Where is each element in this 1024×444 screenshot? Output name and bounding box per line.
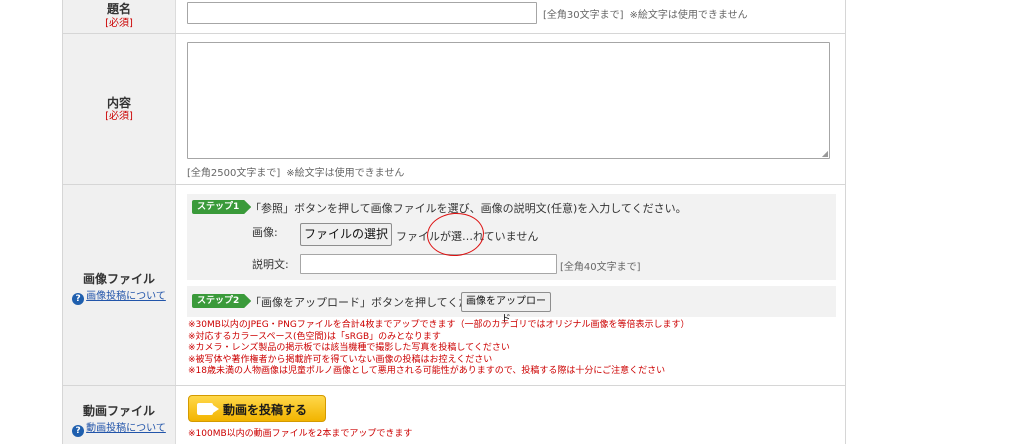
step1-text: 「参照」ボタンを押して画像ファイルを選び、画像の説明文(任意)を入力してください… [250, 202, 687, 215]
image-notes: ※30MB以内のJPEG・PNGファイルを合計4枚までアップできます（一部のカテ… [188, 320, 690, 378]
image-field-label: 画像: [252, 226, 278, 239]
post-video-label: 動画を投稿する [223, 403, 308, 417]
description-label: 説明文: [252, 258, 289, 271]
file-select-button[interactable]: ファイルの選択 [300, 223, 392, 246]
title-input[interactable] [187, 2, 537, 24]
upload-image-button[interactable]: 画像をアップロード [461, 292, 551, 325]
content-required: [必須] [105, 111, 133, 122]
image-label: 画像ファイル [82, 272, 155, 286]
image-note: ※30MB以内のJPEG・PNGファイルを合計4枚までアップできます（一部のカテ… [188, 320, 690, 330]
image-note: ※18歳未満の人物画像は児童ポルノ画像として悪用される可能性がありますので、投稿… [188, 366, 666, 376]
title-hint: [全角30文字まで] ※絵文字は使用できません [543, 10, 748, 21]
image-note: ※被写体や著作権者から掲載許可を得ていない画像の投稿はお控えください [188, 354, 493, 365]
title-label-cell: 題名 [必須] [63, 0, 176, 33]
content-label-cell: 内容 [必須] [63, 34, 176, 184]
video-note: ※100MB以内の動画ファイルを2本までアップできます [188, 429, 413, 439]
image-note: ※対応するカラースペース(色空間)は「sRGB」のみとなります [188, 331, 441, 342]
video-label-cell: 動画ファイル ? 動画投稿について [63, 386, 176, 444]
resize-handle-icon[interactable]: ◢ [822, 149, 828, 158]
content-textarea[interactable]: ◢ [187, 42, 830, 159]
title-label: 題名 [106, 2, 131, 16]
image-note: ※カメラ・レンズ製品の掲示板では該当機種で撮影した写真を投稿してください [188, 343, 510, 353]
title-required: [必須] [105, 18, 133, 29]
step2-badge: ステップ2 [192, 294, 252, 308]
image-help-link[interactable]: 画像投稿について [86, 291, 166, 302]
video-help-link[interactable]: 動画投稿について [86, 423, 166, 434]
help-icon: ? [72, 293, 85, 305]
video-label: 動画ファイル [82, 404, 155, 418]
step1-badge: ステップ1 [192, 200, 252, 214]
video-help[interactable]: ? 動画投稿について [72, 421, 166, 437]
content-hint: [全角2500文字まで] ※絵文字は使用できません [187, 168, 405, 179]
description-hint: [全角40文字まで] [560, 262, 641, 273]
content-label: 内容 [106, 96, 131, 110]
post-video-button[interactable]: 動画を投稿する [188, 395, 326, 422]
image-help[interactable]: ? 画像投稿について [72, 289, 166, 305]
help-icon: ? [72, 425, 85, 437]
video-camera-icon [197, 403, 219, 415]
image-label-cell: 画像ファイル ? 画像投稿について [63, 185, 176, 385]
description-input[interactable] [300, 254, 557, 274]
